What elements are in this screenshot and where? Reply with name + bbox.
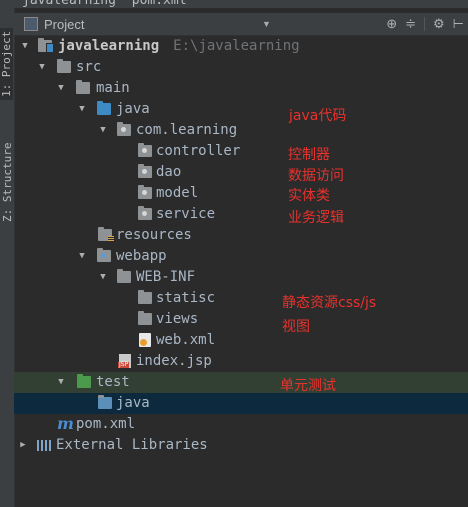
- tree-row-indexjsp[interactable]: index.jsp: [14, 351, 468, 372]
- tree-row-webxml[interactable]: web.xml: [14, 330, 468, 351]
- chevron-down-icon[interactable]: ▼: [56, 372, 66, 393]
- breadcrumb-project[interactable]: javalearning: [22, 0, 116, 8]
- tree-row-webapp[interactable]: ▼ webapp: [14, 246, 468, 267]
- chevron-down-icon[interactable]: ▼: [77, 246, 87, 267]
- tree-item-label: model: [156, 185, 199, 201]
- tree-item-label: index.jsp: [136, 353, 212, 369]
- resources-folder-icon: [98, 227, 114, 242]
- tree-row-src[interactable]: ▼ src: [14, 57, 468, 78]
- module-folder-icon: [38, 38, 54, 53]
- maven-icon: m: [57, 414, 74, 433]
- package-icon: [138, 185, 152, 199]
- folder-icon: [138, 311, 152, 325]
- gear-icon[interactable]: ⚙: [433, 16, 445, 32]
- chevron-down-icon[interactable]: ▼: [20, 36, 30, 57]
- tree-row-statisc[interactable]: statisc: [14, 288, 468, 309]
- chevron-down-icon[interactable]: ▼: [98, 267, 108, 288]
- jsp-file-icon: [118, 354, 131, 368]
- tree-item-label: test: [96, 374, 130, 390]
- package-icon: [138, 206, 152, 220]
- annotation-business: 业务逻辑: [288, 210, 344, 226]
- tree-item-label: WEB-INF: [136, 269, 196, 285]
- structure-tool-tab[interactable]: Z: Structure: [1, 143, 14, 222]
- annotation-views: 视图: [282, 319, 310, 335]
- tree-row-dao[interactable]: dao: [14, 162, 468, 183]
- tree-item-label: views: [156, 311, 199, 327]
- project-tool-tab[interactable]: 1: Project: [0, 27, 13, 100]
- tree-row-resources[interactable]: resources: [14, 225, 468, 246]
- library-icon: [37, 440, 51, 451]
- tree-item-label: java: [116, 101, 150, 117]
- tree-row-pom[interactable]: m pom.xml: [14, 414, 468, 435]
- breadcrumb-file[interactable]: pom.xml: [132, 0, 187, 8]
- hide-icon[interactable]: ⊢: [453, 16, 464, 32]
- tree-item-label: controller: [156, 143, 241, 159]
- folder-icon: [138, 290, 152, 304]
- folder-icon: [57, 59, 71, 73]
- xml-file-icon: [139, 333, 151, 347]
- toolbar-divider: [424, 17, 426, 31]
- annotation-controller: 控制器: [288, 147, 330, 163]
- annotation-java-code: java代码: [289, 108, 347, 124]
- tree-row-webinf[interactable]: ▼ WEB-INF: [14, 267, 468, 288]
- annotation-data-access: 数据访问: [288, 168, 344, 184]
- tree-row-test-java[interactable]: java: [14, 393, 468, 414]
- tree-row-model[interactable]: model: [14, 183, 468, 204]
- tree-item-label: pom.xml: [76, 416, 136, 432]
- chevron-right-icon[interactable]: ▶: [18, 435, 28, 456]
- tree-row-java[interactable]: ▼ java: [14, 99, 468, 120]
- folder-icon: [76, 80, 90, 94]
- tree-row-main[interactable]: ▼ main: [14, 78, 468, 99]
- tool-window-strip: 1: Project Z: Structure: [0, 0, 15, 507]
- tree-item-label: statisc: [156, 290, 216, 306]
- chevron-down-icon[interactable]: ▼: [98, 120, 108, 141]
- annotation-unit-test: 单元测试: [280, 378, 336, 394]
- chevron-down-icon[interactable]: ▼: [37, 57, 47, 78]
- tree-item-label: webapp: [116, 248, 167, 264]
- folder-icon: [117, 269, 131, 283]
- tree-row-root[interactable]: ▼ javalearning E:\javalearning: [14, 36, 468, 57]
- project-tree: ▼ javalearning E:\javalearning ▼ src ▼ ma…: [14, 36, 468, 507]
- chevron-down-icon[interactable]: ▼: [262, 19, 271, 29]
- project-panel-header: Project ▼ ⊕ ≑ ⚙ ⊢: [14, 13, 468, 36]
- tree-item-label: resources: [116, 227, 192, 243]
- breadcrumb: javalearning pom.xml: [14, 0, 468, 8]
- tree-item-label: web.xml: [156, 332, 216, 348]
- collapse-icon[interactable]: ≑: [405, 16, 416, 32]
- tree-row-views[interactable]: views: [14, 309, 468, 330]
- tree-row-service[interactable]: service: [14, 204, 468, 225]
- tree-item-label: src: [76, 59, 102, 75]
- tree-row-package[interactable]: ▼ com.learning: [14, 120, 468, 141]
- tree-row-test[interactable]: ▼ test: [14, 372, 468, 393]
- chevron-down-icon[interactable]: ▼: [56, 78, 66, 99]
- test-source-folder-icon: [98, 395, 112, 409]
- target-icon[interactable]: ⊕: [386, 16, 397, 32]
- annotation-entity: 实体类: [288, 188, 330, 204]
- package-icon: [117, 122, 131, 136]
- tree-row-controller[interactable]: controller: [14, 141, 468, 162]
- project-view-selector[interactable]: Project: [44, 17, 262, 32]
- root-module-path: E:\javalearning: [173, 38, 300, 54]
- web-folder-icon: [97, 248, 111, 262]
- tree-item-label: main: [96, 80, 130, 96]
- annotation-static: 静态资源css/js: [282, 295, 377, 311]
- project-view-icon: [24, 17, 38, 31]
- tree-item-label: dao: [156, 164, 182, 180]
- test-folder-icon: [77, 374, 91, 388]
- source-folder-icon: [97, 101, 111, 115]
- tree-item-label: com.learning: [136, 122, 238, 138]
- package-icon: [138, 164, 152, 178]
- root-module-name: javalearning: [58, 38, 160, 54]
- chevron-down-icon[interactable]: ▼: [77, 99, 87, 120]
- tree-item-label: java: [116, 395, 150, 411]
- tree-row-external-libraries[interactable]: ▶ External Libraries: [14, 435, 468, 456]
- tree-item-label: External Libraries: [56, 437, 208, 453]
- package-icon: [138, 143, 152, 157]
- tree-item-label: service: [156, 206, 216, 222]
